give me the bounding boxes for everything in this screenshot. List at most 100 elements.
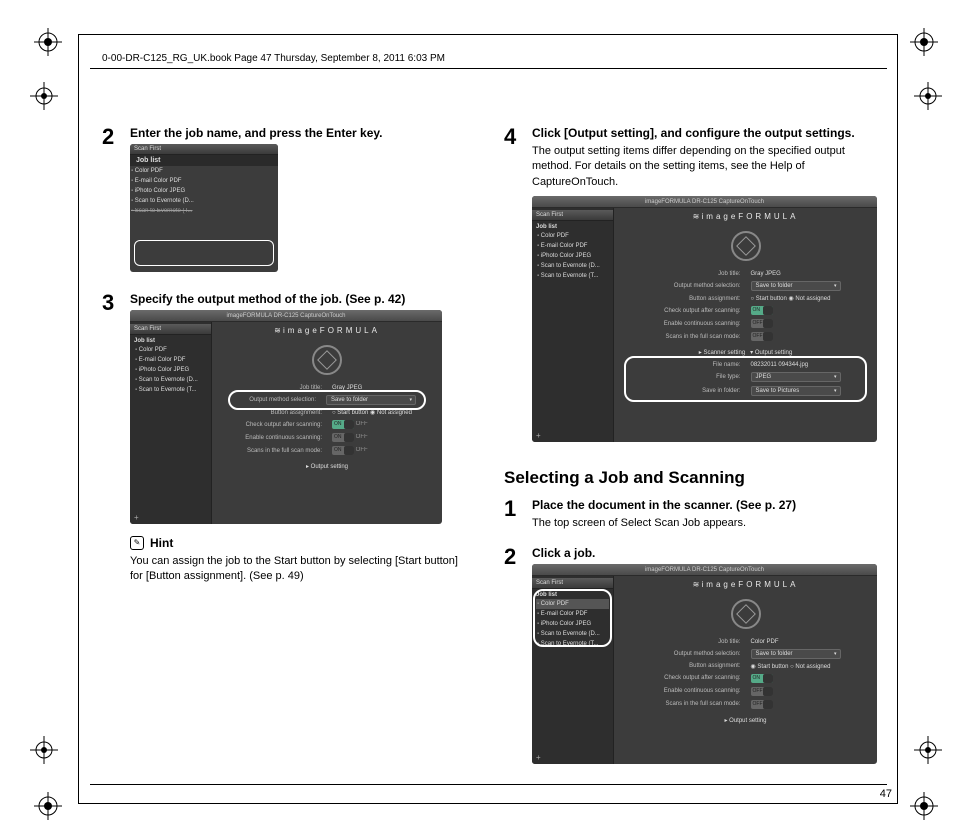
step-title: Click [Output setting], and configure th… [532, 126, 877, 140]
sidebar-header: Scan First [532, 210, 613, 221]
sidebar-item[interactable]: Scan to Evernote (D... [536, 261, 609, 271]
label-jobtitle: Job title: [640, 639, 751, 645]
step-number: 1 [504, 498, 522, 537]
step-title: Place the document in the scanner. (See … [532, 498, 877, 512]
hint-icon: ✎ [130, 536, 144, 550]
step-title: Click a job. [532, 546, 877, 560]
step-2b: 2 Click a job. imageFORMULA DR-C125 Capt… [504, 546, 877, 776]
label-full-scan: Scans in the full scan mode: [640, 701, 751, 707]
screenshot-joblist: Scan First Job list Color PDF E-mail Col… [130, 144, 278, 272]
label-full-scan: Scans in the full scan mode: [640, 334, 751, 340]
radio-start[interactable]: Start button [332, 410, 368, 416]
label-jobtitle: Job title: [640, 271, 751, 277]
sidebar-section: Job list [134, 337, 207, 345]
sidebar: Scan First Job list Color PDF E-mail Col… [532, 208, 614, 442]
brand-logo: imageFORMULA [212, 322, 442, 339]
add-icon[interactable]: + [134, 513, 139, 522]
start-icon[interactable] [312, 345, 342, 375]
step-2: 2 Enter the job name, and press the Ente… [102, 126, 466, 284]
label-button-assign: Button assignment: [640, 663, 751, 669]
step-title: Specify the output method of the job. (S… [130, 292, 466, 306]
toggle-check-output[interactable]: ON [332, 420, 354, 429]
brand-logo: imageFORMULA [614, 576, 877, 593]
radio-notassigned[interactable]: Not assigned [790, 664, 830, 670]
toggle-full-scan[interactable]: ON [332, 446, 354, 455]
output-method-dropdown[interactable]: Save to folder [751, 281, 841, 291]
value-jobtitle: Gray JPEG [751, 271, 852, 277]
radio-notassigned[interactable]: Not assigned [789, 296, 831, 302]
toggle-full-scan[interactable]: OFF [751, 700, 773, 709]
add-icon[interactable]: + [536, 753, 541, 762]
screenshot-clickjob: imageFORMULA DR-C125 CaptureOnTouch Scan… [532, 564, 877, 764]
list-item[interactable]: Scan to Evernote (T... [130, 206, 278, 216]
right-column: 4 Click [Output setting], and configure … [504, 126, 877, 766]
print-header: 0-00-DR-C125_RG_UK.book Page 47 Thursday… [102, 53, 445, 64]
sidebar-item[interactable]: Scan to Evernote (T... [134, 385, 207, 395]
toggle-cont-scan[interactable]: OFF [751, 687, 773, 696]
footer-rule [90, 784, 887, 785]
value-jobtitle: Color PDF [751, 639, 852, 645]
window-titlebar: imageFORMULA DR-C125 CaptureOnTouch [532, 196, 877, 208]
toggle-cont-scan[interactable]: ON [332, 433, 354, 442]
header-rule [90, 68, 887, 69]
sidebar-item[interactable]: Color PDF [536, 231, 609, 241]
hint-heading: ✎ Hint [130, 536, 466, 550]
label-check-output: Check output after scanning: [640, 308, 751, 314]
radio-notassigned[interactable]: Not assigned [370, 410, 412, 416]
label-cont-scan: Enable continuous scanning: [640, 688, 751, 694]
sidebar-header: Scan First [532, 578, 613, 589]
output-setting-disclosure[interactable]: Output setting [212, 461, 442, 472]
list-item[interactable]: iPhoto Color JPEG [130, 186, 278, 196]
sidebar-item[interactable]: Scan to Evernote (T... [536, 271, 609, 281]
list-item[interactable]: Color PDF [130, 166, 278, 176]
radio-start[interactable]: Start button [751, 664, 789, 670]
sidebar-item[interactable]: E-mail Color PDF [536, 241, 609, 251]
start-icon[interactable] [731, 599, 761, 629]
highlight-box [533, 589, 612, 647]
sidebar-header: Scan First [130, 324, 211, 335]
step-description: The output setting items differ dependin… [532, 144, 877, 190]
step-number: 2 [102, 126, 120, 284]
toggle-cont-scan[interactable]: OFF [751, 319, 773, 328]
screenshot-outputmethod: imageFORMULA DR-C125 CaptureOnTouch Scan… [130, 310, 442, 524]
label-cont-scan: Enable continuous scanning: [238, 435, 332, 441]
label-method: Output method selection: [640, 651, 751, 657]
hint-text: You can assign the job to the Start butt… [130, 554, 466, 585]
sidebar-item[interactable]: E-mail Color PDF [134, 355, 207, 365]
step-title: Enter the job name, and press the Enter … [130, 126, 466, 140]
toggle-check-output[interactable]: ON [751, 306, 773, 315]
label-button-assign: Button assignment: [640, 296, 751, 302]
toggle-full-scan[interactable]: OFF [751, 332, 773, 341]
list-item[interactable]: E-mail Color PDF [130, 176, 278, 186]
sidebar-item[interactable]: Scan to Evernote (D... [134, 375, 207, 385]
sidebar-section: Job list [536, 223, 609, 231]
step-description: The top screen of Select Scan Job appear… [532, 516, 877, 531]
sidebar-item[interactable]: iPhoto Color JPEG [536, 251, 609, 261]
panel-header: Scan First [130, 144, 278, 155]
start-icon[interactable] [731, 231, 761, 261]
hint-label: Hint [150, 536, 173, 550]
list-item[interactable]: Scan to Evernote (D... [130, 196, 278, 206]
sidebar-item[interactable]: Color PDF [134, 345, 207, 355]
brand-logo: imageFORMULA [614, 208, 877, 225]
output-setting-disclosure[interactable]: Output setting [614, 715, 877, 726]
output-method-dropdown[interactable]: Save to folder [751, 649, 841, 659]
radio-start[interactable]: Start button [751, 296, 787, 302]
screenshot-outputsetting: imageFORMULA DR-C125 CaptureOnTouch Scan… [532, 196, 877, 442]
label-check-output: Check output after scanning: [238, 422, 332, 428]
highlight-box [134, 240, 274, 266]
sidebar: Scan First Job list Color PDF E-mail Col… [532, 576, 614, 764]
sidebar-item[interactable]: iPhoto Color JPEG [134, 365, 207, 375]
step-3: 3 Specify the output method of the job. … [102, 292, 466, 585]
step-1b: 1 Place the document in the scanner. (Se… [504, 498, 877, 537]
savein-dropdown[interactable]: Save to Pictures [751, 386, 841, 396]
label-full-scan: Scans in the full scan mode: [238, 448, 332, 454]
label-method: Output method selection: [640, 283, 751, 289]
label-cont-scan: Enable continuous scanning: [640, 321, 751, 327]
toggle-check-output[interactable]: ON [751, 674, 773, 683]
filetype-dropdown[interactable]: JPEG [751, 372, 841, 382]
step-4: 4 Click [Output setting], and configure … [504, 126, 877, 454]
add-icon[interactable]: + [536, 431, 541, 440]
output-method-dropdown[interactable]: Save to folder [326, 395, 416, 405]
section-heading: Selecting a Job and Scanning [504, 468, 877, 488]
